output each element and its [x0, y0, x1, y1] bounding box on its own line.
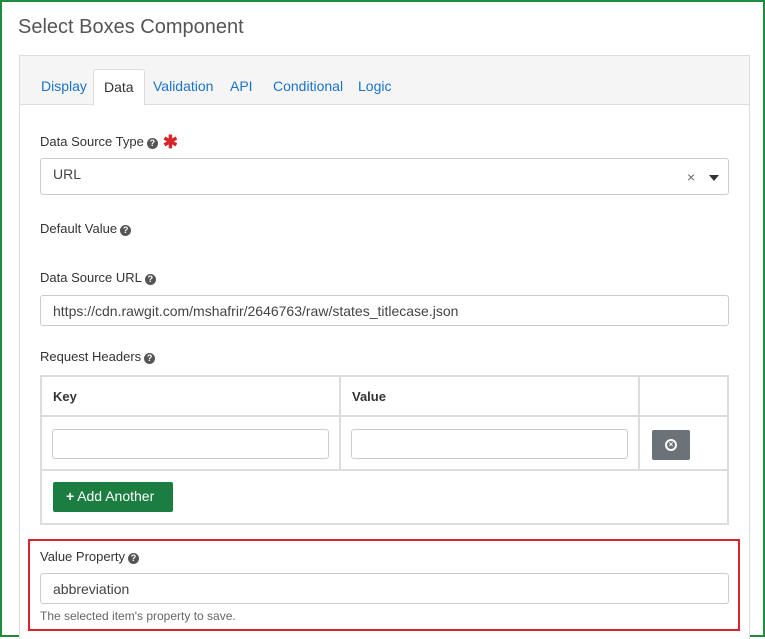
request-headers-table: Key Value × + Add Another: [40, 375, 729, 525]
column-header-key: Key: [53, 389, 77, 404]
add-another-label: Add Another: [77, 488, 155, 504]
tab-data[interactable]: Data: [93, 69, 145, 106]
tab-bar: Display Data Validation API Conditional …: [20, 56, 749, 106]
value-property-label: Value Property?: [40, 549, 140, 564]
data-source-url-label-text: Data Source URL: [40, 270, 142, 285]
data-source-type-label: Data Source Type? ✱: [40, 130, 178, 152]
app-frame: Select Boxes Component Display Data Vali…: [0, 0, 765, 639]
data-source-type-label-text: Data Source Type: [40, 134, 144, 149]
tab-display[interactable]: Display: [31, 69, 97, 106]
data-source-url-label: Data Source URL?: [40, 270, 156, 285]
tab-conditional[interactable]: Conditional: [263, 69, 353, 106]
data-source-url-input[interactable]: [40, 295, 729, 326]
table-divider: [638, 377, 640, 471]
add-another-button[interactable]: + Add Another: [53, 482, 173, 512]
page-title: Select Boxes Component: [18, 16, 244, 38]
tab-api[interactable]: API: [220, 69, 263, 106]
data-source-type-select[interactable]: URL ×: [40, 158, 729, 195]
chevron-down-icon[interactable]: [709, 175, 719, 181]
request-headers-label-text: Request Headers: [40, 349, 142, 364]
tab-validation[interactable]: Validation: [143, 69, 223, 106]
remove-circle-icon: ×: [665, 439, 677, 451]
request-headers-label: Request Headers?: [40, 349, 156, 364]
table-divider: [339, 377, 341, 471]
plus-icon: +: [66, 488, 75, 504]
table-divider: [42, 469, 727, 471]
default-value-label-text: Default Value: [40, 221, 118, 236]
question-circle-icon[interactable]: ?: [120, 225, 132, 236]
tab-logic[interactable]: Logic: [348, 69, 401, 106]
question-circle-icon[interactable]: ?: [144, 274, 156, 285]
value-property-input[interactable]: [40, 573, 729, 604]
remove-row-button[interactable]: ×: [652, 430, 690, 460]
question-circle-icon[interactable]: ?: [146, 138, 158, 149]
clear-selection-icon[interactable]: ×: [687, 169, 695, 185]
table-divider: [42, 415, 727, 417]
value-property-label-text: Value Property: [40, 549, 126, 564]
question-circle-icon[interactable]: ?: [128, 553, 140, 564]
default-value-label: Default Value?: [40, 221, 132, 236]
column-header-value: Value: [352, 389, 386, 404]
header-value-input[interactable]: [351, 429, 628, 459]
value-property-help: The selected item's property to save.: [40, 609, 236, 623]
required-asterisk-icon: ✱: [162, 132, 178, 152]
header-key-input[interactable]: [52, 429, 329, 459]
data-source-type-value: URL: [53, 166, 82, 182]
question-circle-icon[interactable]: ?: [144, 353, 156, 364]
